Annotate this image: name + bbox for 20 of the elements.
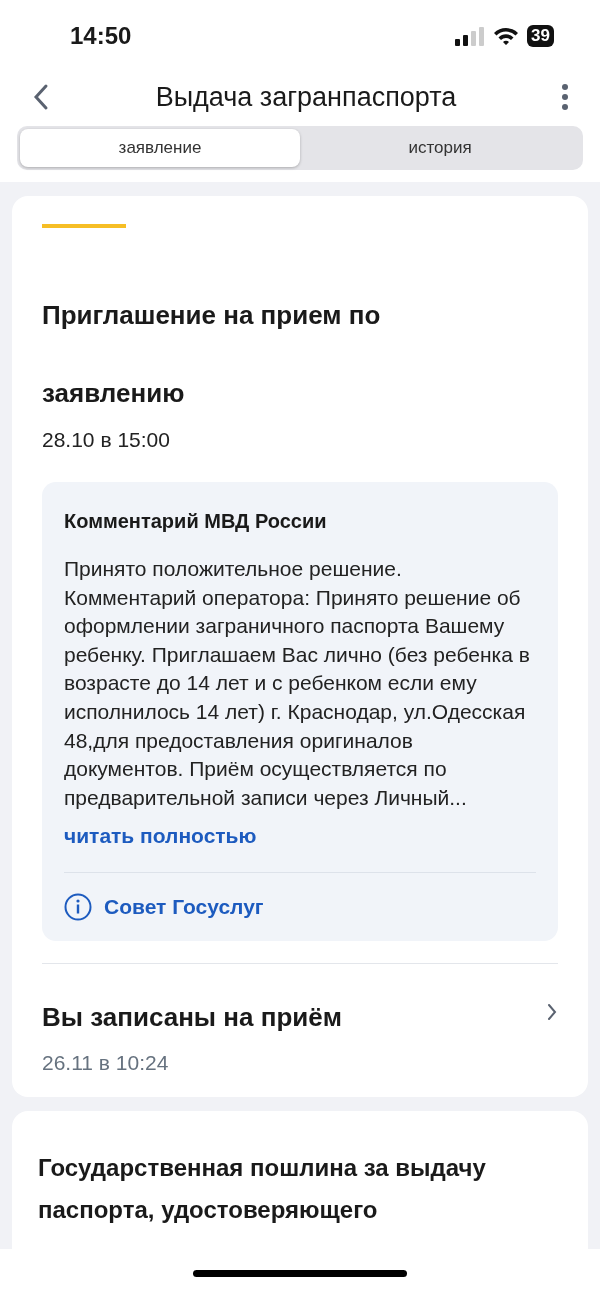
event-title[interactable]: Вы записаны на приём — [42, 1002, 546, 1034]
comment-text: Принято положительное решение. Комментарий оператора: Принято решение об оформлении заграничного паспорта Вашему ребенку. Приглашаем Вас лично (без ребенка в возрасте до 14 лет и с ребенком если ему исполнилось 14 лет) г. Краснодар, ул.Одесская 48,для предоставления оригиналов документов. Приём осуществляется по предварительной записи через Личный... — [64, 556, 531, 811]
battery-level: 39 — [527, 25, 554, 47]
comment-title: Комментарий МВД России — [64, 510, 328, 533]
wifi-icon — [493, 26, 520, 46]
card-title: Государственная пошлина за выдачу паспорта, удостоверяющего — [38, 1153, 487, 1226]
chevron-icon[interactable] — [546, 1002, 558, 1023]
card-date: 28.10 в 15:00 — [42, 428, 171, 452]
more-icon[interactable] — [560, 84, 570, 110]
signal-icon — [455, 26, 486, 46]
home-indicator[interactable] — [193, 1269, 407, 1277]
tab[interactable]: заявление — [20, 129, 300, 167]
read-more-link[interactable]: читать полностью — [64, 824, 257, 849]
card-title: Приглашение на прием по заявлению — [42, 299, 382, 410]
status-time: 14:50 — [70, 22, 133, 50]
screen-title: Выдача загранпаспорта — [154, 81, 458, 113]
event-date: 26.11 в 10:24 — [42, 1051, 170, 1076]
tip-link[interactable]: Совет Госуслуг — [104, 895, 264, 920]
info-icon — [64, 893, 92, 922]
tab[interactable]: история — [300, 129, 580, 167]
